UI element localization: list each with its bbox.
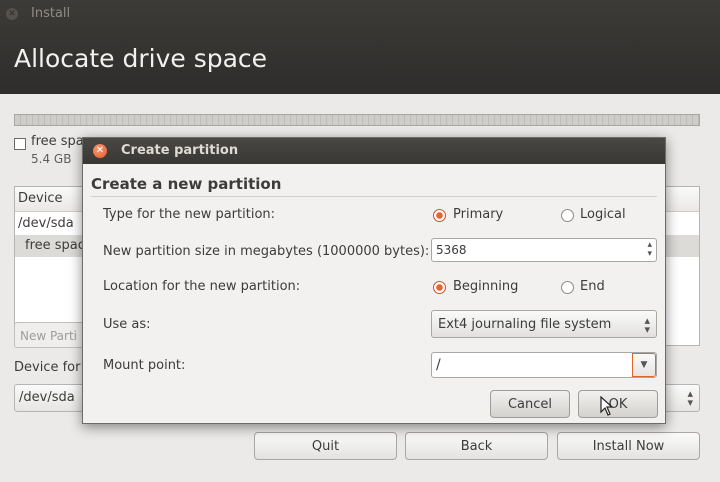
back-button[interactable]: Back (405, 432, 548, 460)
mount-point-label: Mount point: (103, 358, 186, 373)
ok-button[interactable]: OK (578, 390, 658, 418)
dialog-body (91, 196, 657, 419)
logical-label[interactable]: Logical (580, 207, 626, 222)
dialog-heading: Create a new partition (91, 175, 282, 193)
page-title: Allocate drive space (14, 44, 268, 73)
bootloader-device-label: Device for (14, 360, 81, 375)
type-label: Type for the new partition: (103, 207, 276, 222)
updown-arrows-icon: ▴ ▾ (644, 314, 650, 336)
primary-radio[interactable] (433, 209, 446, 222)
disk-usage-bar (14, 114, 700, 126)
create-partition-dialog: ✕ Create partition Create a new partitio… (82, 137, 666, 424)
free-space-swatch (14, 138, 26, 150)
column-device[interactable]: Device (18, 191, 62, 206)
legend-size: 5.4 GB (31, 152, 72, 166)
mount-point-value[interactable]: / (436, 357, 441, 373)
row-device: /dev/sda (18, 216, 74, 231)
legend-label: free spa (31, 134, 84, 149)
updown-arrows-icon: ▴ ▾ (687, 387, 693, 409)
location-label: Location for the new partition: (103, 279, 301, 294)
bootloader-device-value: /dev/sda (19, 390, 75, 405)
mount-point-combo[interactable]: / ▼ (431, 352, 657, 378)
logical-radio[interactable] (561, 209, 574, 222)
close-icon[interactable]: ✕ (6, 8, 18, 20)
beginning-radio[interactable] (433, 281, 446, 294)
dialog-title: Create partition (121, 143, 239, 158)
use-as-select[interactable]: Ext4 journaling file system ▴ ▾ (431, 310, 657, 338)
quit-button[interactable]: Quit (254, 432, 397, 460)
use-as-label: Use as: (103, 317, 151, 332)
chevron-down-icon[interactable]: ▼ (632, 353, 656, 377)
primary-label[interactable]: Primary (453, 207, 503, 222)
updown-arrows-icon[interactable]: ▴ ▾ (647, 241, 652, 259)
size-spinbutton[interactable]: 5368 ▴ ▾ (431, 238, 657, 262)
window-title: Install (31, 6, 71, 21)
new-partition-button[interactable]: New Parti (14, 322, 84, 348)
size-value: 5368 (436, 243, 467, 257)
end-radio[interactable] (561, 281, 574, 294)
installer-header: ✕ Install Allocate drive space (0, 0, 720, 94)
mouse-pointer-icon (600, 396, 614, 416)
beginning-label[interactable]: Beginning (453, 279, 518, 294)
close-icon[interactable]: ✕ (93, 144, 107, 158)
use-as-value: Ext4 journaling file system (438, 317, 612, 332)
row-device: free spac (25, 238, 85, 253)
size-label: New partition size in megabytes (1000000… (103, 244, 430, 259)
install-now-button[interactable]: Install Now (557, 432, 700, 460)
end-label[interactable]: End (580, 279, 605, 294)
dialog-titlebar[interactable]: ✕ Create partition (83, 138, 665, 164)
cancel-button[interactable]: Cancel (490, 390, 570, 418)
